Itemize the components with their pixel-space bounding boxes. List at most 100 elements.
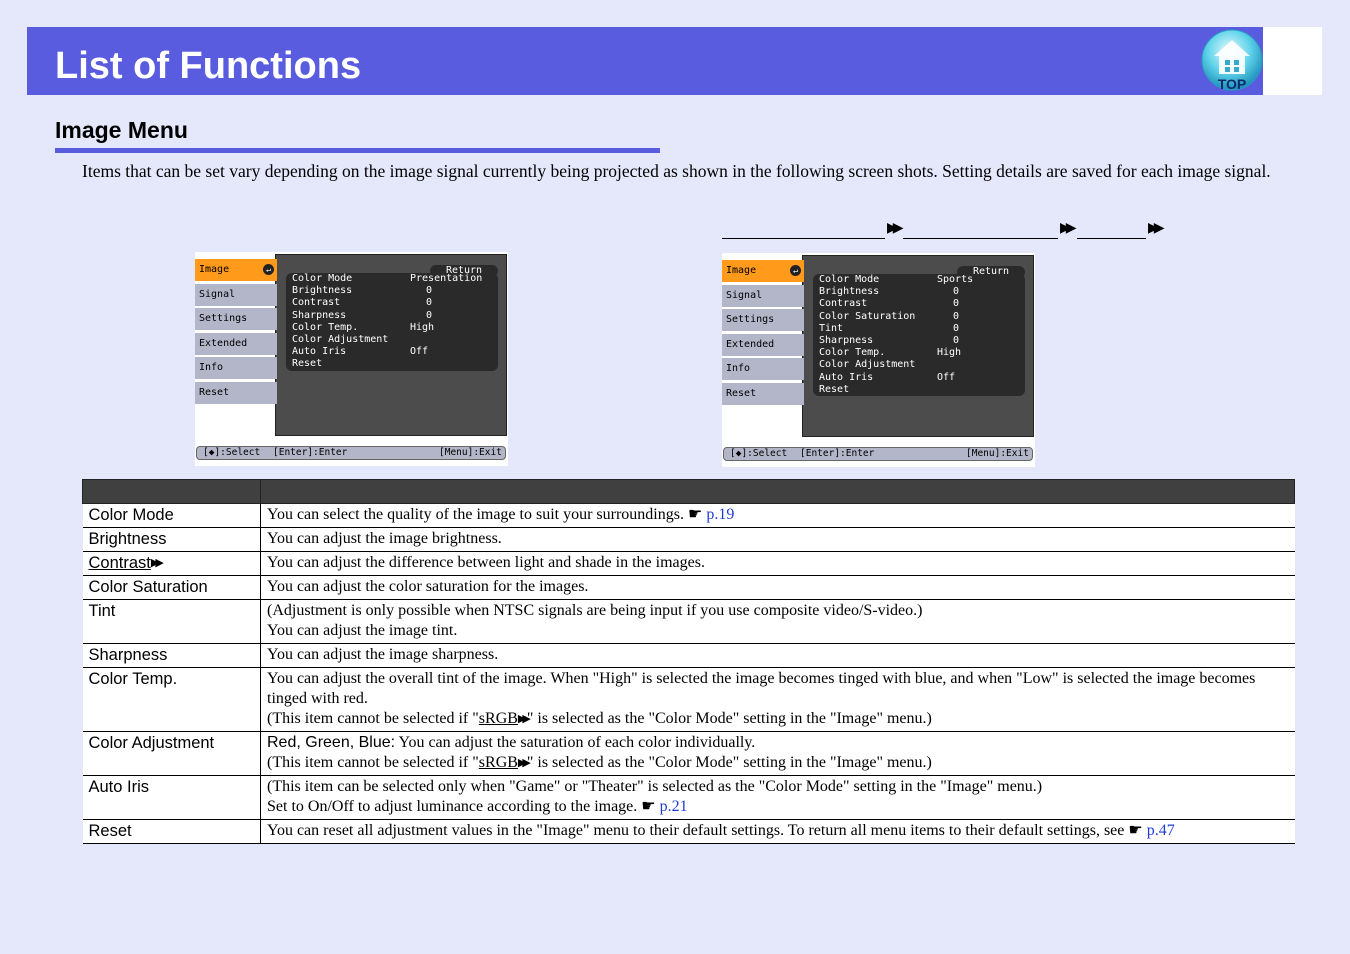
item-name: Tint bbox=[82, 599, 261, 644]
table-header-row bbox=[82, 479, 1295, 504]
table-row: Color Mode You can select the quality of… bbox=[82, 503, 1295, 528]
return-icon: ↵ bbox=[790, 265, 801, 276]
functions-table: Color Mode You can select the quality of… bbox=[82, 479, 1295, 844]
osd-item-list: Color Mode Presentation Brightness 0 Contras… bbox=[286, 273, 498, 371]
osd-menu-row[interactable]: Color Adjustment bbox=[813, 359, 1025, 371]
osd-menu-row[interactable]: Color Mode Sports bbox=[813, 274, 1025, 286]
page-link[interactable]: p.47 bbox=[1147, 822, 1175, 839]
osd-menu-row[interactable]: Tint 0 bbox=[813, 323, 1025, 335]
osd-footer: [◆]:Select [Enter]:Enter [Menu]:Exit bbox=[196, 446, 506, 460]
glossary-link[interactable]: sRGB bbox=[479, 710, 518, 727]
osd-menu-row[interactable]: Auto Iris Off bbox=[813, 372, 1025, 384]
item-name: Color Mode bbox=[82, 503, 261, 528]
osd-tab-label: Signal bbox=[726, 289, 763, 301]
page-link[interactable]: p.19 bbox=[706, 506, 734, 523]
table-row: Color Temp. You can adjust the overall t… bbox=[82, 667, 1295, 732]
desc-text: You can select the quality of the image … bbox=[267, 506, 684, 523]
item-name: Color Adjustment bbox=[82, 731, 261, 776]
glossary-link[interactable]: sRGB bbox=[479, 754, 518, 771]
desc-line: Set to On/Off to adjust luminance accord… bbox=[267, 797, 1290, 817]
osd-screenshot-right: Return Color Mode Sports Brightness 0 Contra… bbox=[722, 253, 1035, 467]
osd-row-value: 0 bbox=[953, 322, 960, 334]
osd-row-label: Color Mode bbox=[292, 273, 353, 284]
item-description: You can adjust the image sharpness. bbox=[260, 643, 1295, 668]
osd-tab-label: Extended bbox=[199, 337, 248, 349]
intro-paragraph: Items that can be set vary depending on … bbox=[82, 161, 1271, 181]
table-row: Sharpness You can adjust the image sharp… bbox=[82, 643, 1295, 668]
desc-lead: Red, Green, Blue: bbox=[267, 734, 396, 751]
page-link[interactable]: p.21 bbox=[660, 798, 688, 815]
item-description: You can adjust the overall tint of the i… bbox=[260, 667, 1295, 732]
osd-menu-row[interactable]: Contrast 0 bbox=[286, 297, 498, 309]
osd-tab-info[interactable]: Info bbox=[722, 358, 804, 380]
item-description: You can reset all adjustment values in t… bbox=[260, 819, 1295, 844]
osd-menu-row[interactable]: Auto Iris Off bbox=[286, 346, 498, 358]
osd-row-value: 0 bbox=[426, 297, 433, 309]
osd-row-label: Sharpness bbox=[292, 309, 347, 321]
osd-menu-row[interactable]: Brightness 0 bbox=[286, 285, 498, 297]
osd-tab-reset[interactable]: Reset bbox=[722, 382, 804, 405]
item-name: Color Temp. bbox=[82, 667, 261, 732]
osd-row-label: Auto Iris bbox=[819, 371, 874, 383]
desc-text: " is selected as the "Color Mode" settin… bbox=[526, 710, 932, 727]
blank-field-3 bbox=[1077, 237, 1146, 239]
osd-tab-settings[interactable]: Settings bbox=[195, 308, 277, 330]
osd-menu-row[interactable]: Reset bbox=[813, 384, 1025, 396]
osd-menu-row[interactable]: Brightness 0 bbox=[813, 286, 1025, 298]
osd-panel: Return Color Mode Presentation Brightness 0… bbox=[275, 254, 507, 436]
osd-menu-row[interactable]: Color Mode Presentation bbox=[286, 273, 498, 285]
osd-tab-signal[interactable]: Signal bbox=[195, 283, 277, 306]
osd-tab-info[interactable]: Info bbox=[195, 357, 277, 379]
osd-menu-row[interactable]: Sharpness 0 bbox=[286, 310, 498, 322]
section-title: Image Menu bbox=[55, 117, 188, 143]
glossary-link[interactable]: Contrast bbox=[89, 554, 151, 572]
osd-menu-row[interactable]: Color Temp. High bbox=[813, 347, 1025, 359]
table-row: Contrast▶▶ You can adjust the difference… bbox=[82, 551, 1295, 576]
item-description: (This item can be selected only when "Ga… bbox=[260, 775, 1295, 820]
osd-tab-settings[interactable]: Settings bbox=[722, 309, 804, 331]
table-row: Color Adjustment Red, Green, Blue: You c… bbox=[82, 731, 1295, 776]
table-row: Reset You can reset all adjustment value… bbox=[82, 819, 1295, 844]
osd-menu-row[interactable]: Reset bbox=[286, 358, 498, 370]
osd-item-list: Color Mode Sports Brightness 0 Contrast 0 Colo… bbox=[813, 274, 1025, 396]
osd-menu-row[interactable]: Color Temp. High bbox=[286, 322, 498, 334]
blank-field-2 bbox=[903, 237, 1058, 239]
osd-tab-signal[interactable]: Signal bbox=[722, 284, 804, 307]
osd-row-label: Tint bbox=[819, 322, 844, 334]
desc-text: (This item cannot be selected if " bbox=[267, 754, 479, 771]
table-row: Auto Iris (This item can be selected onl… bbox=[82, 775, 1295, 820]
osd-menu-row[interactable]: Contrast 0 bbox=[813, 298, 1025, 310]
item-name: Contrast▶▶ bbox=[82, 551, 261, 576]
item-name: Auto Iris bbox=[82, 775, 261, 820]
osd-menu-row[interactable]: Color Saturation 0 bbox=[813, 311, 1025, 323]
osd-menu-row[interactable]: Sharpness 0 bbox=[813, 335, 1025, 347]
osd-footer: [◆]:Select [Enter]:Enter [Menu]:Exit bbox=[723, 447, 1033, 461]
osd-row-label: Color Mode bbox=[819, 274, 880, 285]
desc-line: You can adjust the overall tint of the i… bbox=[267, 670, 1256, 707]
osd-tab-label: Extended bbox=[726, 338, 775, 350]
double-arrow-icon: ▶▶ bbox=[517, 756, 531, 769]
osd-tab-extended[interactable]: Extended bbox=[195, 332, 277, 355]
osd-row-label: Auto Iris bbox=[292, 346, 347, 358]
item-name: Sharpness bbox=[82, 643, 261, 668]
osd-tab-image[interactable]: Image ↵ bbox=[195, 259, 277, 281]
desc-line: (This item can be selected only when "Ga… bbox=[267, 778, 1043, 795]
osd-tab-label: Settings bbox=[726, 314, 775, 325]
blank-field-1 bbox=[722, 237, 885, 239]
osd-footer-exit: [Menu]:Exit bbox=[966, 448, 1029, 459]
osd-tab-extended[interactable]: Extended bbox=[722, 333, 804, 356]
osd-tab-label: Info bbox=[199, 362, 224, 373]
osd-tab-label: Reset bbox=[199, 386, 230, 398]
osd-row-value: 0 bbox=[426, 285, 433, 297]
osd-tab-reset[interactable]: Reset bbox=[195, 381, 277, 404]
osd-row-label: Color Temp. bbox=[819, 347, 886, 359]
osd-menu-row[interactable]: Color Adjustment bbox=[286, 334, 498, 346]
desc-text: (This item cannot be selected if " bbox=[267, 710, 479, 727]
osd-tab-image[interactable]: Image ↵ bbox=[722, 260, 804, 282]
top-button[interactable]: TOP bbox=[1200, 28, 1264, 92]
double-arrow-icon: ▶▶ bbox=[517, 712, 531, 725]
osd-panel: Return Color Mode Sports Brightness 0 Contra… bbox=[802, 255, 1034, 437]
osd-row-label: Sharpness bbox=[819, 334, 874, 346]
item-name: Color Saturation bbox=[82, 575, 261, 600]
desc-text: You can reset all adjustment values in t… bbox=[267, 822, 1125, 839]
